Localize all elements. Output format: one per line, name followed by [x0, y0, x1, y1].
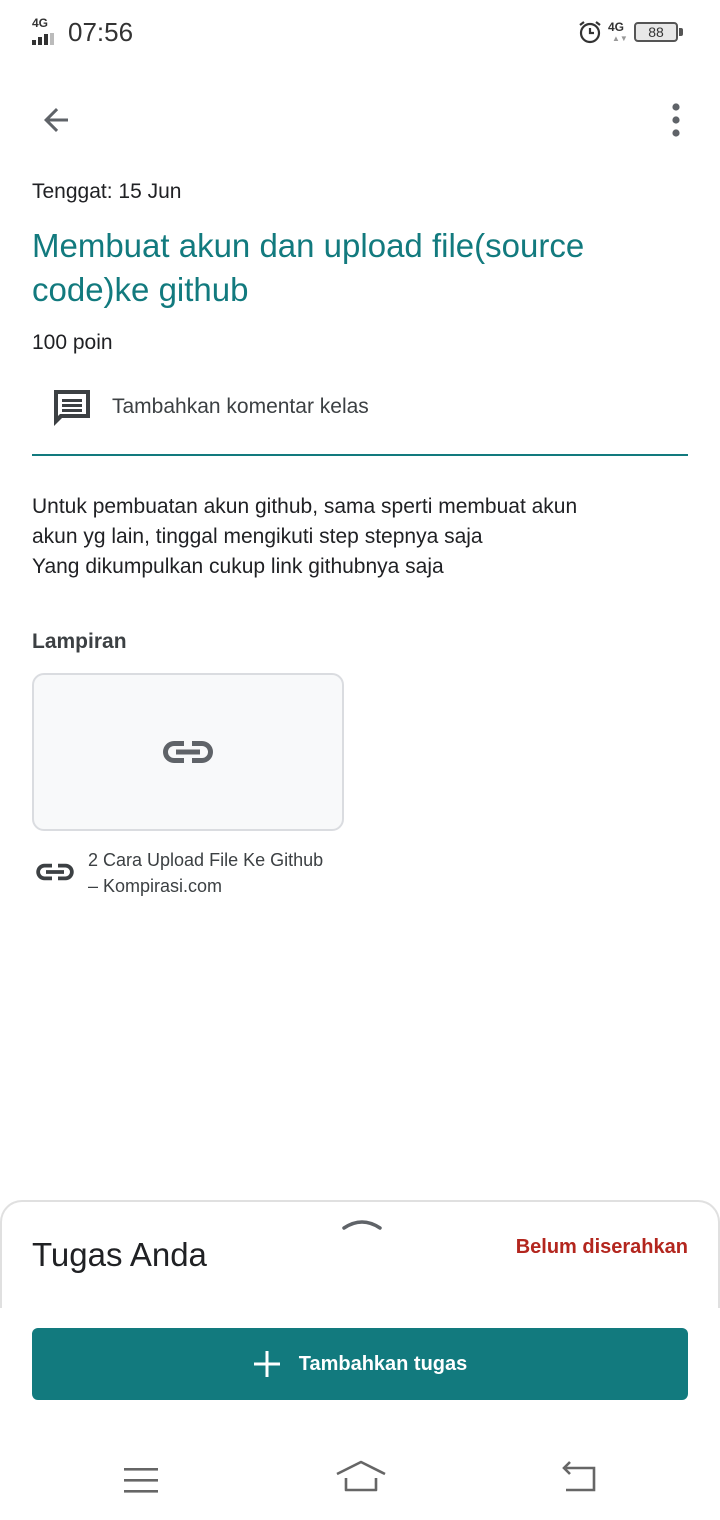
clock-time: 07:56: [68, 17, 134, 47]
arrow-left-icon: [44, 108, 68, 132]
add-work-label: Tambahkan tugas: [298, 1352, 468, 1375]
attachment-title: 2 Cara Upload File Ke Github – Kompirasi…: [88, 850, 324, 896]
chevron-up-icon[interactable]: [342, 1214, 382, 1234]
due-date: Tenggat: 15 Jun: [32, 180, 182, 203]
network-type-label-right: 4G: [608, 20, 625, 34]
attachments-heading: Lampiran: [32, 630, 127, 653]
battery-icon: 88: [634, 22, 678, 42]
link-icon: [163, 741, 213, 763]
signal-indicator: 4G: [32, 17, 54, 45]
add-work-button[interactable]: Tambahkan tugas: [32, 1328, 688, 1400]
add-class-comment-button[interactable]: Tambahkan komentar kelas: [32, 378, 688, 456]
signal-bars-icon: [32, 33, 54, 45]
alarm-icon: [579, 21, 601, 44]
assignment-title: Membuat akun dan upload file(source code…: [32, 227, 585, 308]
more-vert-icon: [672, 103, 680, 137]
network-type-label: 4G: [32, 16, 49, 30]
attachment-link[interactable]: 2 Cara Upload File Ke Github – Kompirasi…: [32, 845, 352, 901]
plus-icon: [253, 1351, 280, 1377]
battery-level: 88: [648, 24, 664, 40]
assignment-description: Untuk pembuatan akun github, sama sperti…: [32, 492, 692, 582]
add-class-comment-label: Tambahkan komentar kelas: [112, 395, 369, 418]
system-nav-bar: [0, 1440, 720, 1520]
status-bar: 4G 07:56 4G ▲▼ 88: [0, 0, 720, 64]
status-icons: 4G ▲▼ 88: [578, 18, 688, 46]
comment-icon: [54, 390, 90, 426]
home-icon[interactable]: [334, 1456, 388, 1496]
back-button[interactable]: [26, 92, 86, 148]
recents-menu-icon[interactable]: [120, 1460, 162, 1500]
system-back-icon[interactable]: [558, 1460, 600, 1496]
battery-tip: [679, 28, 683, 36]
assignment-points: 100 poin: [32, 331, 113, 354]
description-line: akun yg lain, tinggal mengikuti step ste…: [32, 525, 483, 548]
status-badge: Belum diserahkan: [515, 1236, 688, 1258]
your-work-sheet[interactable]: Tugas Anda Belum diserahkan: [0, 1200, 720, 1308]
data-activity-icon: ▲▼: [612, 34, 628, 43]
description-line: Yang dikumpulkan cukup link githubnya sa…: [32, 555, 444, 578]
more-options-button[interactable]: [646, 92, 706, 148]
link-icon: [36, 863, 74, 881]
description-line: Untuk pembuatan akun github, sama sperti…: [32, 495, 578, 518]
attachment-preview-card[interactable]: [32, 673, 344, 831]
your-work-title: Tugas Anda: [32, 1236, 207, 1273]
